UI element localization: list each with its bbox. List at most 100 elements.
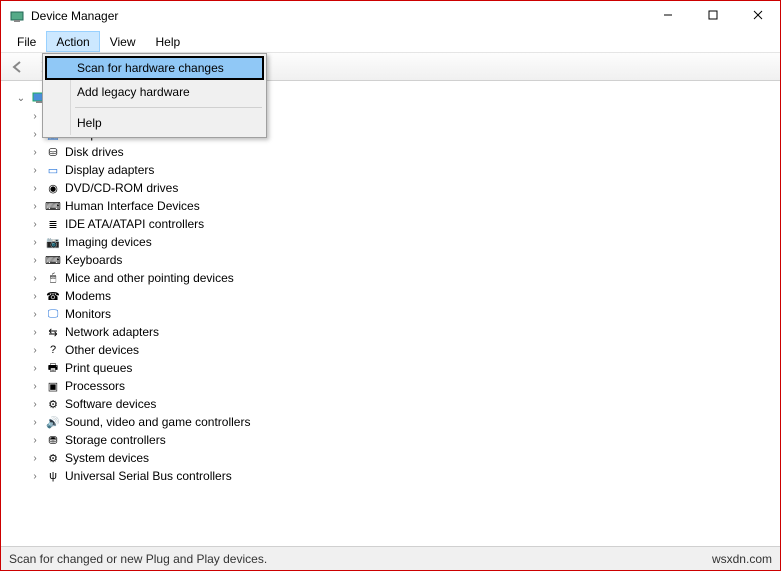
menu-help[interactable]: Help [146,31,191,52]
minimize-button[interactable] [645,1,690,29]
device-tree-area: ⌄ ›ᛒBluetooth›🖥Computer›⛁Disk drives›▭Di… [7,83,774,538]
software-icon: ⚙ [45,396,61,412]
tree-node-label: Universal Serial Bus controllers [65,469,232,483]
tree-node[interactable]: › 🖱 Mice and other pointing devices [15,269,774,287]
window-controls [645,1,780,29]
tree-node-label: Monitors [65,307,111,321]
expand-icon[interactable]: › [29,291,41,302]
expand-icon[interactable]: › [29,453,41,464]
tree-node-label: IDE ATA/ATAPI controllers [65,217,204,231]
hid-icon: ⌨ [45,198,61,214]
tree-node-label: Storage controllers [65,433,166,447]
tree-node-label: Sound, video and game controllers [65,415,250,429]
tree-node-label: Human Interface Devices [65,199,200,213]
tree-node[interactable]: › 📷 Imaging devices [15,233,774,251]
expand-icon[interactable]: › [29,255,41,266]
printer-icon: 🖶 [45,360,61,376]
cpu-icon: ▣ [45,378,61,394]
tree-node[interactable]: › 🔊 Sound, video and game controllers [15,413,774,431]
tree-node[interactable]: › ◉ DVD/CD-ROM drives [15,179,774,197]
expand-icon[interactable]: › [29,381,41,392]
tree-node[interactable]: ›?Other devices [15,341,774,359]
tree-node[interactable]: › ▭ Display adapters [15,161,774,179]
tree-node-label: Software devices [65,397,156,411]
sound-icon: 🔊 [45,414,61,430]
other-icon: ? [45,342,61,358]
tree-node-label: Display adapters [65,163,154,177]
expand-icon[interactable]: › [29,111,41,122]
dropdown-separator [75,107,262,108]
tree-node-label: Mice and other pointing devices [65,271,234,285]
tree-node[interactable]: › ⌨ Human Interface Devices [15,197,774,215]
close-button[interactable] [735,1,780,29]
usb-icon: ψ [45,468,61,484]
expand-icon[interactable]: › [29,345,41,356]
menu-item-help[interactable]: Help [45,111,264,135]
expand-icon[interactable]: › [29,435,41,446]
monitor-icon: 🖵 [45,306,61,322]
tree-node[interactable]: › ▣ Processors [15,377,774,395]
keyboard-icon: ⌨ [45,252,61,268]
expand-icon[interactable]: › [29,471,41,482]
menu-file[interactable]: File [7,31,46,52]
tree-node[interactable]: ›≣IDE ATA/ATAPI controllers [15,215,774,233]
menu-item-scan-hardware[interactable]: Scan for hardware changes [45,56,264,80]
tree-node[interactable]: › ☎ Modems [15,287,774,305]
expand-icon[interactable]: › [29,399,41,410]
expand-icon[interactable]: › [29,165,41,176]
expand-icon[interactable]: › [29,273,41,284]
system-icon: ⚙ [45,450,61,466]
back-button[interactable] [5,56,29,78]
network-icon: ⇆ [45,324,61,340]
expand-icon[interactable]: › [29,147,41,158]
tree-node-label: DVD/CD-ROM drives [65,181,178,195]
expand-icon[interactable]: › [29,417,41,428]
tree-node-label: Imaging devices [65,235,152,249]
tree-node-label: Keyboards [65,253,122,267]
tree-node[interactable]: › ⛃ Storage controllers [15,431,774,449]
expand-icon[interactable]: › [29,129,41,140]
tree-node[interactable]: › ⚙ Software devices [15,395,774,413]
imaging-icon: 📷 [45,234,61,250]
menu-action[interactable]: Action [46,31,99,52]
action-dropdown: Scan for hardware changes Add legacy har… [42,53,267,138]
collapse-icon[interactable]: ⌄ [15,93,27,104]
maximize-button[interactable] [690,1,735,29]
expand-icon[interactable]: › [29,219,41,230]
window-title: Device Manager [31,9,118,23]
display-icon: ▭ [45,162,61,178]
expand-icon[interactable]: › [29,309,41,320]
dvd-icon: ◉ [45,180,61,196]
tree-node[interactable]: › ⛁ Disk drives [15,143,774,161]
mouse-icon: 🖱 [45,270,61,286]
tree-node[interactable]: › 🖵 Monitors [15,305,774,323]
tree-node[interactable]: › ⌨ Keyboards [15,251,774,269]
tree-node-label: System devices [65,451,149,465]
expand-icon[interactable]: › [29,201,41,212]
storage-icon: ⛃ [45,432,61,448]
title-bar: Device Manager [1,1,780,31]
menu-bar: File Action View Help [1,31,780,53]
app-icon [9,8,25,24]
modem-icon: ☎ [45,288,61,304]
tree-node[interactable]: › ⇆ Network adapters [15,323,774,341]
tree-node-label: Print queues [65,361,132,375]
status-text: Scan for changed or new Plug and Play de… [9,552,267,566]
status-right: wsxdn.com [712,552,772,566]
expand-icon[interactable]: › [29,327,41,338]
device-tree: ⌄ ›ᛒBluetooth›🖥Computer›⛁Disk drives›▭Di… [7,83,774,485]
menu-item-add-legacy[interactable]: Add legacy hardware [45,80,264,104]
tree-node-label: Disk drives [65,145,124,159]
expand-icon[interactable]: › [29,237,41,248]
expand-icon[interactable]: › [29,363,41,374]
menu-view[interactable]: View [100,31,146,52]
tree-node[interactable]: › 🖶 Print queues [15,359,774,377]
tree-node-label: Processors [65,379,125,393]
disk-icon: ⛁ [45,144,61,160]
tree-node[interactable]: › ⚙ System devices [15,449,774,467]
tree-node-label: Network adapters [65,325,159,339]
tree-node[interactable]: › ψ Universal Serial Bus controllers [15,467,774,485]
status-bar: Scan for changed or new Plug and Play de… [1,546,780,570]
tree-node-label: Modems [65,289,111,303]
expand-icon[interactable]: › [29,183,41,194]
